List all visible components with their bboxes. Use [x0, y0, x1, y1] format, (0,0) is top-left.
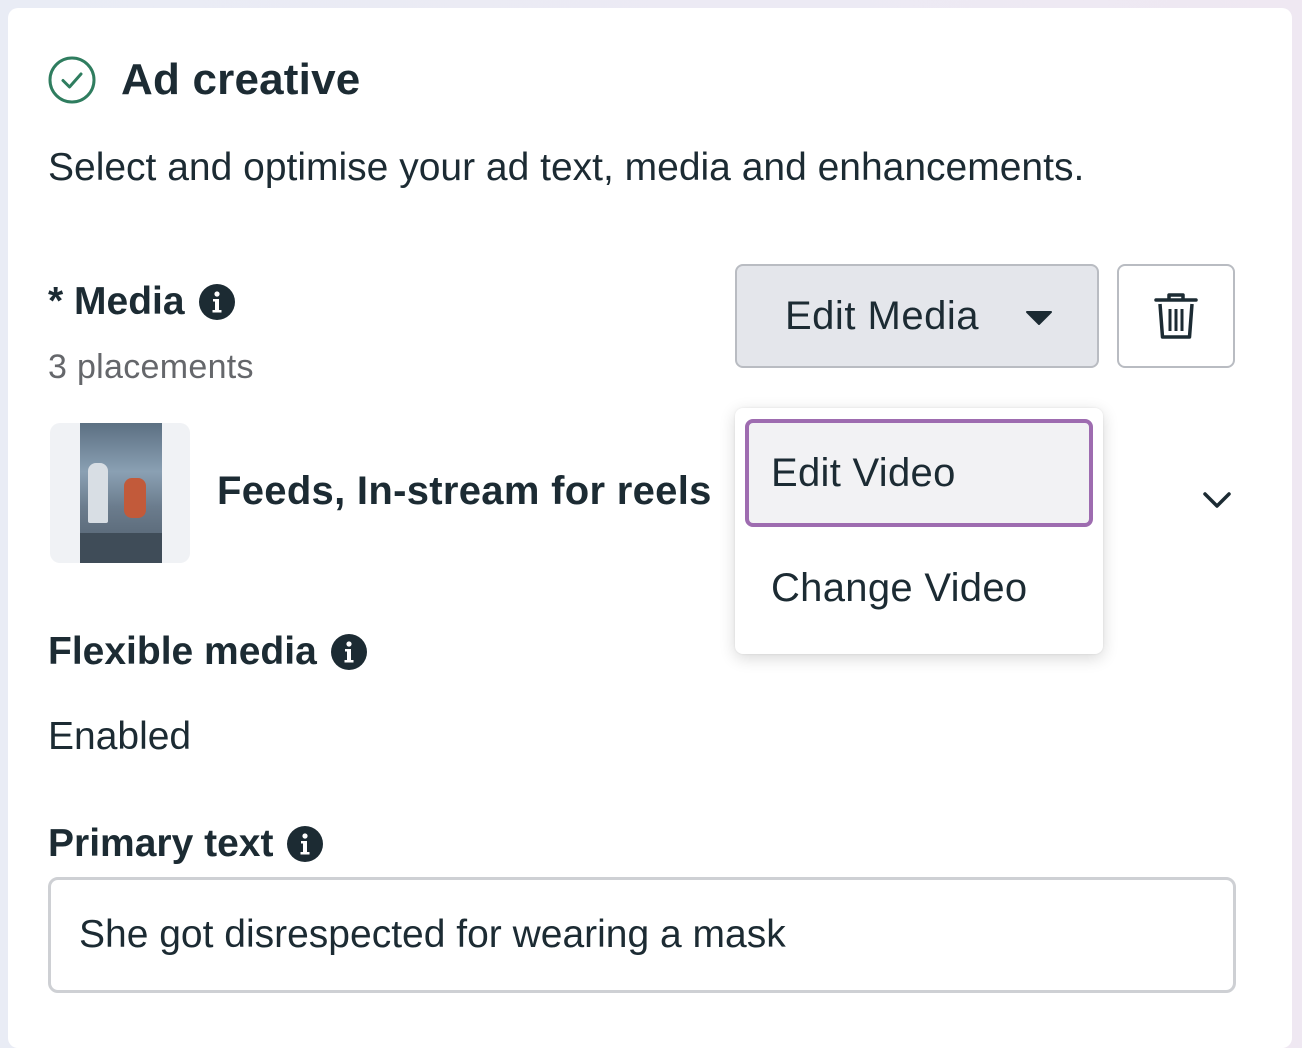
section-header: Ad creative — [48, 55, 360, 105]
caret-down-icon — [1026, 311, 1052, 325]
edit-media-button[interactable]: Edit Media — [735, 264, 1099, 368]
check-circle-icon — [48, 56, 96, 104]
flexible-media-label: Flexible media — [48, 630, 317, 673]
info-icon[interactable] — [330, 634, 367, 670]
delete-media-button[interactable] — [1117, 264, 1235, 368]
media-label-row: * Media — [48, 280, 235, 324]
info-icon[interactable] — [287, 826, 324, 862]
flexible-media-label-row: Flexible media — [48, 630, 367, 674]
info-icon[interactable] — [198, 284, 235, 320]
primary-text-label-row: Primary text — [48, 822, 324, 866]
chevron-down-icon[interactable] — [1202, 491, 1232, 509]
menu-item-change-video[interactable]: Change Video — [745, 534, 1093, 642]
section-subtitle: Select and optimise your ad text, media … — [48, 146, 1085, 189]
trash-icon — [1154, 293, 1198, 339]
video-thumbnail — [50, 423, 190, 563]
edit-media-label: Edit Media — [785, 293, 979, 338]
media-placement-title: Feeds, In-stream for reels — [217, 469, 712, 513]
media-label: * Media — [48, 280, 185, 323]
section-title: Ad creative — [121, 55, 361, 104]
placements-count: 3 placements — [48, 348, 254, 386]
primary-text-input[interactable] — [48, 877, 1236, 993]
flexible-media-value: Enabled — [48, 715, 192, 758]
video-thumbnail-image — [80, 423, 162, 563]
edit-media-menu: Edit Video Change Video — [735, 408, 1103, 654]
menu-item-edit-video[interactable]: Edit Video — [745, 419, 1093, 527]
primary-text-label: Primary text — [48, 822, 274, 865]
